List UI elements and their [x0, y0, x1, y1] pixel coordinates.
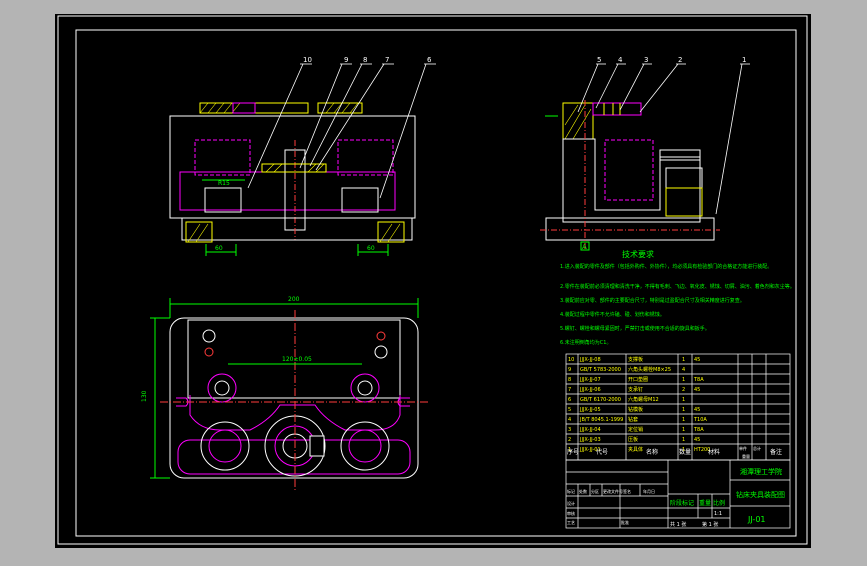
tech-note-1: 1.进入装配的零件及部件（包括外购件、外协件），均必须具有检验部门的合格证方能进…	[560, 263, 772, 270]
bom-cell-qty: 2	[682, 387, 685, 393]
school-name: 湘潭理工学院	[740, 467, 782, 476]
stage-mark: 阶段标记	[670, 499, 694, 507]
balloon-5: 5	[597, 56, 601, 64]
bom-header-no: 序号	[567, 448, 579, 456]
bom-cell-mat: 45	[694, 387, 700, 393]
dim-top-c: 60	[367, 245, 375, 252]
bom-header-qty: 数量	[679, 448, 691, 456]
dim-plan-inner: 120±0.05	[282, 356, 312, 363]
dim-plan-height: 130	[141, 390, 148, 402]
bom-cell-no: 8	[568, 377, 571, 383]
bom-cell-name: 六角头螺栓M8×25	[628, 366, 671, 373]
balloon-6: 6	[427, 56, 432, 64]
bom-header-mat: 材料	[708, 448, 720, 456]
bom-cell-no: 4	[568, 417, 571, 423]
bom-cell-code: JJJX-JJ-06	[579, 387, 601, 393]
tech-note-2: 2.零件在装配前必须清理和清洗干净，不得有毛刺、飞边、氧化皮、锈蚀、切屑、油污、…	[560, 283, 795, 290]
bom-cell-name: 压板	[628, 436, 638, 443]
bom-cell-no: 2	[568, 437, 571, 443]
bom-cell-name: 定位销	[628, 426, 643, 433]
drawing-name: 钻床夹具装配图	[736, 490, 785, 499]
bom-cell-code: JJJX-JJ-08	[579, 357, 601, 363]
bom-cell-qty: 1	[682, 357, 685, 363]
sheet-total: 共 1 张	[670, 521, 686, 528]
balloon-7: 7	[385, 56, 389, 64]
rev-header-zone: 分区	[591, 488, 599, 494]
assembly-drawing: R15 60 60 10 9 8 7 6 A 5 4 3 2 1 200 130…	[55, 14, 811, 548]
drawing-canvas	[55, 14, 811, 548]
bom-cell-no: 6	[568, 397, 571, 403]
scale-label: 比例	[713, 499, 725, 507]
bom-cell-qty: 1	[682, 417, 685, 423]
bom-cell-mat: 45	[694, 357, 700, 363]
bom-cell-no: 7	[568, 387, 571, 393]
rev-header-docno: 更改文件号	[603, 488, 623, 494]
bom-cell-code: JJJX-JJ-07	[579, 377, 601, 383]
bom-cell-mat: T10A	[693, 417, 707, 423]
balloon-2: 2	[678, 56, 682, 64]
bom-cell-mat: T8A	[693, 377, 704, 383]
balloon-8: 8	[363, 56, 367, 64]
role-process: 工艺	[567, 520, 575, 525]
role-review: 审核	[567, 510, 575, 516]
bom-cell-code: JB/T 8045.1-1999	[579, 417, 623, 423]
bom-cell-code: JJJX-JJ-04	[579, 427, 601, 433]
balloon-3: 3	[644, 56, 648, 64]
tech-note-6: 6.未注明倒角均为C1。	[560, 339, 611, 346]
rev-header-mark: 标记	[567, 488, 575, 494]
bom-cell-no: 5	[568, 407, 571, 413]
bom-cell-qty: 1	[682, 437, 685, 443]
role-approve: 批准	[621, 519, 629, 525]
bom-cell-code: JJJX-JJ-05	[579, 407, 601, 413]
bom-cell-qty: 1	[682, 397, 685, 403]
bom-cell-name: 开口垫圈	[628, 376, 648, 383]
dim-plan-width: 200	[288, 296, 300, 303]
tech-title: 技术要求	[622, 249, 654, 259]
bom-cell-code: JJJX-JJ-03	[579, 437, 601, 443]
rev-header-count: 处数	[579, 488, 587, 494]
bom-header-code: 代号	[596, 448, 608, 456]
dim-top-b: 60	[215, 245, 223, 252]
bom-cell-name: 钻模板	[628, 406, 643, 413]
bom-cell-name: 六角螺母M12	[628, 396, 659, 403]
bom-cell-no: 3	[568, 427, 571, 433]
tech-note-3: 3.装配前应对零、部件的主要配合尺寸，特别是过盈配合尺寸及相关精度进行复查。	[560, 297, 745, 304]
drawing-number: JJ-01	[747, 515, 766, 524]
bom-cell-mat: T8A	[693, 427, 704, 433]
weight-label: 重量	[699, 499, 711, 507]
bom-cell-name: 夹具体	[628, 446, 643, 453]
bom-header-total: 总计	[753, 445, 761, 451]
balloon-9: 9	[344, 56, 348, 64]
view-label-a: A	[582, 243, 587, 251]
bom-cell-mat: 45	[694, 437, 700, 443]
bom-header-weight: 重量	[742, 453, 750, 459]
bom-cell-name: 支承钉	[628, 386, 643, 393]
bom-cell-code: GB/T 6170-2000	[580, 397, 621, 403]
rev-header-date: 年月日	[643, 488, 655, 494]
tech-note-4: 4.装配过程中零件不允许磕、碰、划伤和锈蚀。	[560, 311, 665, 318]
cad-window: R15 60 60 10 9 8 7 6 A 5 4 3 2 1 200 130…	[0, 0, 867, 562]
bom-header-single: 单件	[739, 445, 747, 451]
bom-cell-qty: 1	[682, 407, 685, 413]
bom-header-remark: 备注	[770, 448, 782, 456]
bom-header-name: 名称	[646, 448, 658, 456]
balloon-1: 1	[742, 56, 746, 64]
scale-value: 1:1	[714, 511, 722, 517]
tech-note-5: 5.螺钉、螺栓和螺母紧固时，严禁打击或使用不合适的旋具和扳手。	[560, 325, 710, 332]
bom-cell-qty: 1	[682, 377, 685, 383]
bom-cell-code: GB/T 5783-2000	[580, 367, 621, 373]
bom-cell-name: 支撑板	[628, 356, 643, 363]
bom-cell-mat: 45	[694, 407, 700, 413]
bom-cell-qty: 1	[682, 427, 685, 433]
bom-cell-no: 9	[568, 367, 571, 373]
dim-top-a: R15	[218, 180, 230, 187]
bom-cell-name: 钻套	[628, 416, 638, 423]
bom-cell-qty: 4	[682, 367, 685, 373]
sheet-no: 第 1 张	[702, 521, 718, 528]
rev-header-sign: 签名	[623, 488, 631, 494]
balloon-10: 10	[303, 56, 312, 64]
role-design: 设计	[567, 500, 575, 506]
balloon-4: 4	[618, 56, 623, 64]
bom-cell-no: 10	[568, 357, 574, 363]
